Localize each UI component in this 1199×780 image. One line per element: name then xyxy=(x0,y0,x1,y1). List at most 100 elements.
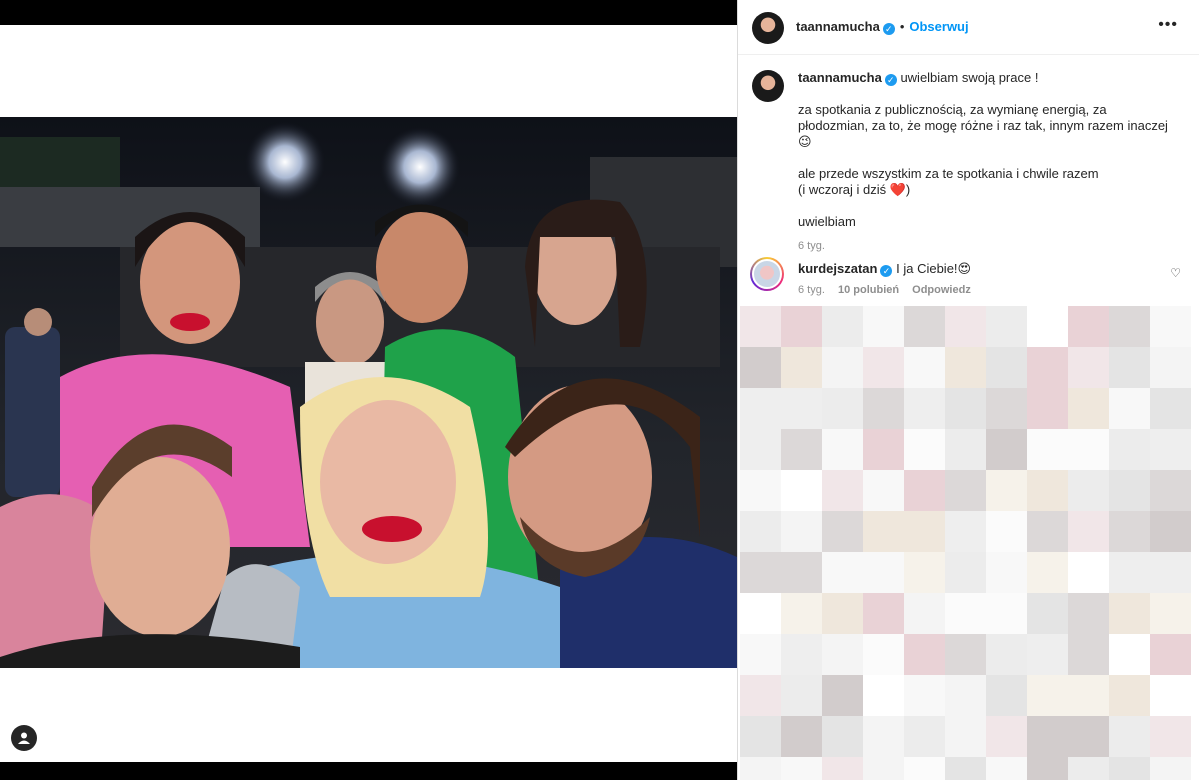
censored-tile xyxy=(1027,388,1068,429)
censored-tile xyxy=(904,470,945,511)
censored-tile xyxy=(1150,593,1191,634)
user-tag-button[interactable] xyxy=(11,725,37,751)
censored-tile xyxy=(740,388,781,429)
censored-tile xyxy=(740,306,781,347)
comment-timestamp[interactable]: 6 tyg. xyxy=(798,284,825,296)
post-photo[interactable] xyxy=(0,117,737,668)
censored-tile xyxy=(986,675,1027,716)
censored-tile xyxy=(1027,675,1068,716)
censored-tile xyxy=(1068,347,1109,388)
verified-badge-icon: ✓ xyxy=(882,23,895,35)
censored-tile xyxy=(1109,511,1150,552)
censored-tile xyxy=(1109,593,1150,634)
censored-tile xyxy=(1068,716,1109,757)
censored-tile xyxy=(822,634,863,675)
censored-tile xyxy=(1109,716,1150,757)
author-avatar[interactable] xyxy=(752,12,784,44)
censored-tile xyxy=(781,593,822,634)
censored-tile xyxy=(1150,511,1191,552)
censored-tile xyxy=(1109,552,1150,593)
censored-tile xyxy=(1150,716,1191,757)
censored-tile xyxy=(781,757,822,780)
more-options-icon[interactable]: ••• xyxy=(1158,16,1178,34)
caption-author-username[interactable]: taannamucha xyxy=(798,70,882,85)
censored-tile xyxy=(863,634,904,675)
censored-tile xyxy=(904,511,945,552)
censored-tile xyxy=(945,470,986,511)
censored-tile xyxy=(1027,511,1068,552)
censored-tile xyxy=(863,716,904,757)
censored-tile xyxy=(1068,675,1109,716)
censored-tile xyxy=(740,552,781,593)
censored-tile xyxy=(945,757,986,780)
censored-tile xyxy=(904,347,945,388)
censored-tile xyxy=(945,429,986,470)
censored-tile xyxy=(863,511,904,552)
censored-tile xyxy=(986,306,1027,347)
censored-tile xyxy=(1150,634,1191,675)
censored-tile xyxy=(863,757,904,780)
censored-tile xyxy=(1150,429,1191,470)
censored-tile xyxy=(1068,306,1109,347)
censored-tile xyxy=(1027,552,1068,593)
censored-tile xyxy=(1068,634,1109,675)
user-tag-icon xyxy=(18,732,30,744)
commenter-avatar[interactable] xyxy=(750,257,784,291)
censored-tile xyxy=(781,347,822,388)
heart-icon[interactable]: ♡ xyxy=(1170,266,1181,280)
media-letterbox-top xyxy=(0,25,737,117)
censored-tile xyxy=(904,634,945,675)
censored-tile xyxy=(822,347,863,388)
censored-tile xyxy=(863,306,904,347)
censored-tile xyxy=(945,634,986,675)
censored-tile xyxy=(904,429,945,470)
caption-line-2: za spotkania z publicznością, za wymianę… xyxy=(798,102,1168,149)
censored-tile xyxy=(945,675,986,716)
censored-tile xyxy=(740,470,781,511)
censored-tile xyxy=(945,552,986,593)
commenter-username[interactable]: kurdejszatan xyxy=(798,261,877,276)
censored-tile xyxy=(863,347,904,388)
censored-tile xyxy=(1027,429,1068,470)
follow-button[interactable]: Obserwuj xyxy=(909,19,968,34)
caption-timestamp[interactable]: 6 tyg. xyxy=(798,238,1178,254)
censored-tile xyxy=(740,675,781,716)
censored-tile xyxy=(740,593,781,634)
censored-tile xyxy=(1068,593,1109,634)
censored-tile xyxy=(904,593,945,634)
censored-tile xyxy=(781,675,822,716)
censored-tile xyxy=(781,511,822,552)
censored-tile xyxy=(1109,470,1150,511)
censored-tile xyxy=(822,429,863,470)
comment-reply-button[interactable]: Odpowiedz xyxy=(912,284,971,296)
censored-tile xyxy=(781,388,822,429)
censored-tile xyxy=(1068,511,1109,552)
censored-tile xyxy=(781,306,822,347)
censored-tile xyxy=(1068,757,1109,780)
censored-tile xyxy=(986,757,1027,780)
censored-tile xyxy=(781,634,822,675)
censored-tile xyxy=(1068,388,1109,429)
caption-line-4: uwielbiam xyxy=(798,214,856,229)
comment-item: kurdejszatan ✓ I ja Ciebie!😍 6 tyg. 10 po… xyxy=(798,261,1188,296)
author-username[interactable]: taannamucha xyxy=(796,19,880,34)
author-info: taannamucha ✓ • Obserwuj xyxy=(796,19,969,35)
censored-tile xyxy=(1109,675,1150,716)
censored-tile xyxy=(822,388,863,429)
censored-tile xyxy=(986,429,1027,470)
comment-likes[interactable]: 10 polubień xyxy=(838,284,899,296)
comment-text: I ja Ciebie!😍 xyxy=(896,261,972,276)
censored-tile xyxy=(1068,470,1109,511)
separator-dot: • xyxy=(899,19,905,34)
censored-tile xyxy=(945,388,986,429)
caption-author-avatar[interactable] xyxy=(752,70,784,102)
censored-tile xyxy=(1109,429,1150,470)
censored-tile xyxy=(1150,388,1191,429)
censored-tile xyxy=(781,429,822,470)
caption-line-3a: ale przede wszystkim za te spotkania i c… xyxy=(798,166,1099,181)
censored-tile xyxy=(1150,306,1191,347)
post-caption: taannamucha ✓ uwielbiam swoją prace ! za … xyxy=(798,70,1178,254)
censored-tile xyxy=(986,716,1027,757)
censored-tile xyxy=(1027,634,1068,675)
censored-tile xyxy=(740,347,781,388)
